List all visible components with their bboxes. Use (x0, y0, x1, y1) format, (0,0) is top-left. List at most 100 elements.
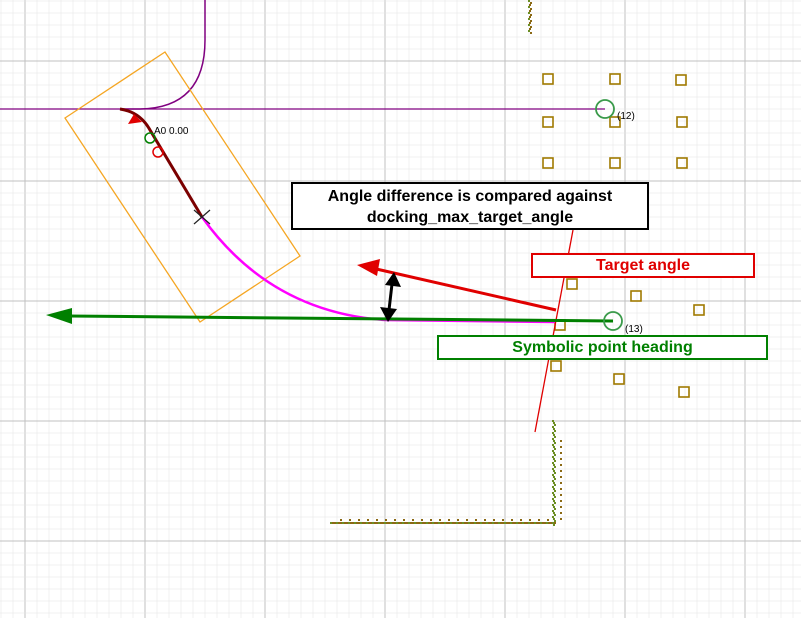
scan-point (349, 519, 351, 521)
scan-point (408, 522, 410, 524)
scan-point (456, 522, 458, 524)
scan-point (378, 522, 380, 524)
scan-point (438, 522, 440, 524)
obstacle-square (542, 116, 554, 128)
scan-point (420, 522, 422, 524)
scan-point (553, 434, 555, 436)
scan-point (439, 519, 441, 521)
scan-point (554, 442, 556, 444)
scan-point (560, 476, 562, 478)
scan-point (412, 522, 414, 524)
scan-point (560, 464, 562, 466)
obstacle-square (550, 360, 562, 372)
scan-point (560, 488, 562, 490)
scan-point (410, 522, 412, 524)
scan-point (376, 519, 378, 521)
scan-point (452, 522, 454, 524)
scan-point (454, 522, 456, 524)
scan-point (336, 522, 338, 524)
scan-point (554, 496, 556, 498)
scan-point (560, 440, 562, 442)
scan-point (385, 519, 387, 521)
scan-point (470, 522, 472, 524)
scan-point (530, 26, 532, 28)
scan-point (448, 519, 450, 521)
scan-point (344, 522, 346, 524)
scan-point (466, 519, 468, 521)
obstacle-square (676, 157, 688, 169)
scan-point (538, 522, 540, 524)
scan-point (552, 438, 554, 440)
scan-point (552, 462, 554, 464)
scan-point (364, 522, 366, 524)
scan-point (554, 520, 556, 522)
scan-point (552, 498, 554, 500)
scan-point (536, 522, 538, 524)
scan-point (552, 420, 554, 422)
obstacle-square (693, 304, 705, 316)
scan-point (482, 522, 484, 524)
scan-point (560, 500, 562, 502)
scan-point (510, 522, 512, 524)
scan-point (494, 522, 496, 524)
scan-point (552, 456, 554, 458)
scan-point (486, 522, 488, 524)
scan-point (424, 522, 426, 524)
scan-point (548, 522, 550, 524)
obstacle-square (609, 73, 621, 85)
scan-point (458, 522, 460, 524)
scan-point (475, 519, 477, 521)
scan-point (418, 522, 420, 524)
scan-point (396, 522, 398, 524)
scan-point (553, 518, 555, 520)
scan-point (552, 492, 554, 494)
scan-point (528, 6, 530, 8)
scan-point (530, 522, 532, 524)
scan-point (554, 472, 556, 474)
waypoint-13-label: (13) (625, 324, 643, 335)
scan-point (546, 522, 548, 524)
scan-point (356, 522, 358, 524)
scan-point (478, 522, 480, 524)
scan-point (528, 30, 530, 32)
scan-point (403, 519, 405, 521)
scan-point (524, 522, 526, 524)
scan-point (552, 510, 554, 512)
scan-point (560, 506, 562, 508)
scan-point (553, 470, 555, 472)
scan-point (528, 18, 530, 20)
scan-point (529, 519, 531, 521)
scan-point (530, 14, 532, 16)
scan-point (398, 522, 400, 524)
scan-point (392, 522, 394, 524)
angle-difference-text-line1: Angle difference is compared against (327, 188, 613, 205)
scan-point (560, 518, 562, 520)
scan-point (376, 522, 378, 524)
scan-point (358, 522, 360, 524)
scan-point (502, 519, 504, 521)
scan-point (554, 514, 556, 516)
target-angle-callout: Target angle (531, 253, 755, 278)
scan-point (498, 522, 500, 524)
scan-point (554, 466, 556, 468)
obstacle-square (566, 278, 578, 290)
scan-point (520, 522, 522, 524)
symbolic-heading-arrowhead-icon (46, 308, 72, 324)
scan-point (496, 522, 498, 524)
scan-point (350, 522, 352, 524)
scan-point (554, 436, 556, 438)
scan-point (552, 474, 554, 476)
scan-point (529, 16, 531, 18)
scan-point (550, 522, 552, 524)
scan-point (492, 522, 494, 524)
obstacle-square (630, 290, 642, 302)
scan-point (330, 522, 332, 524)
scan-point (542, 522, 544, 524)
scan-point (553, 428, 555, 430)
scan-point (554, 522, 556, 524)
scan-point (448, 522, 450, 524)
scan-point (530, 8, 532, 10)
scan-point (554, 454, 556, 456)
map-canvas[interactable]: A0 0.00 (12) (13) (0, 0, 801, 618)
scan-point (520, 519, 522, 521)
